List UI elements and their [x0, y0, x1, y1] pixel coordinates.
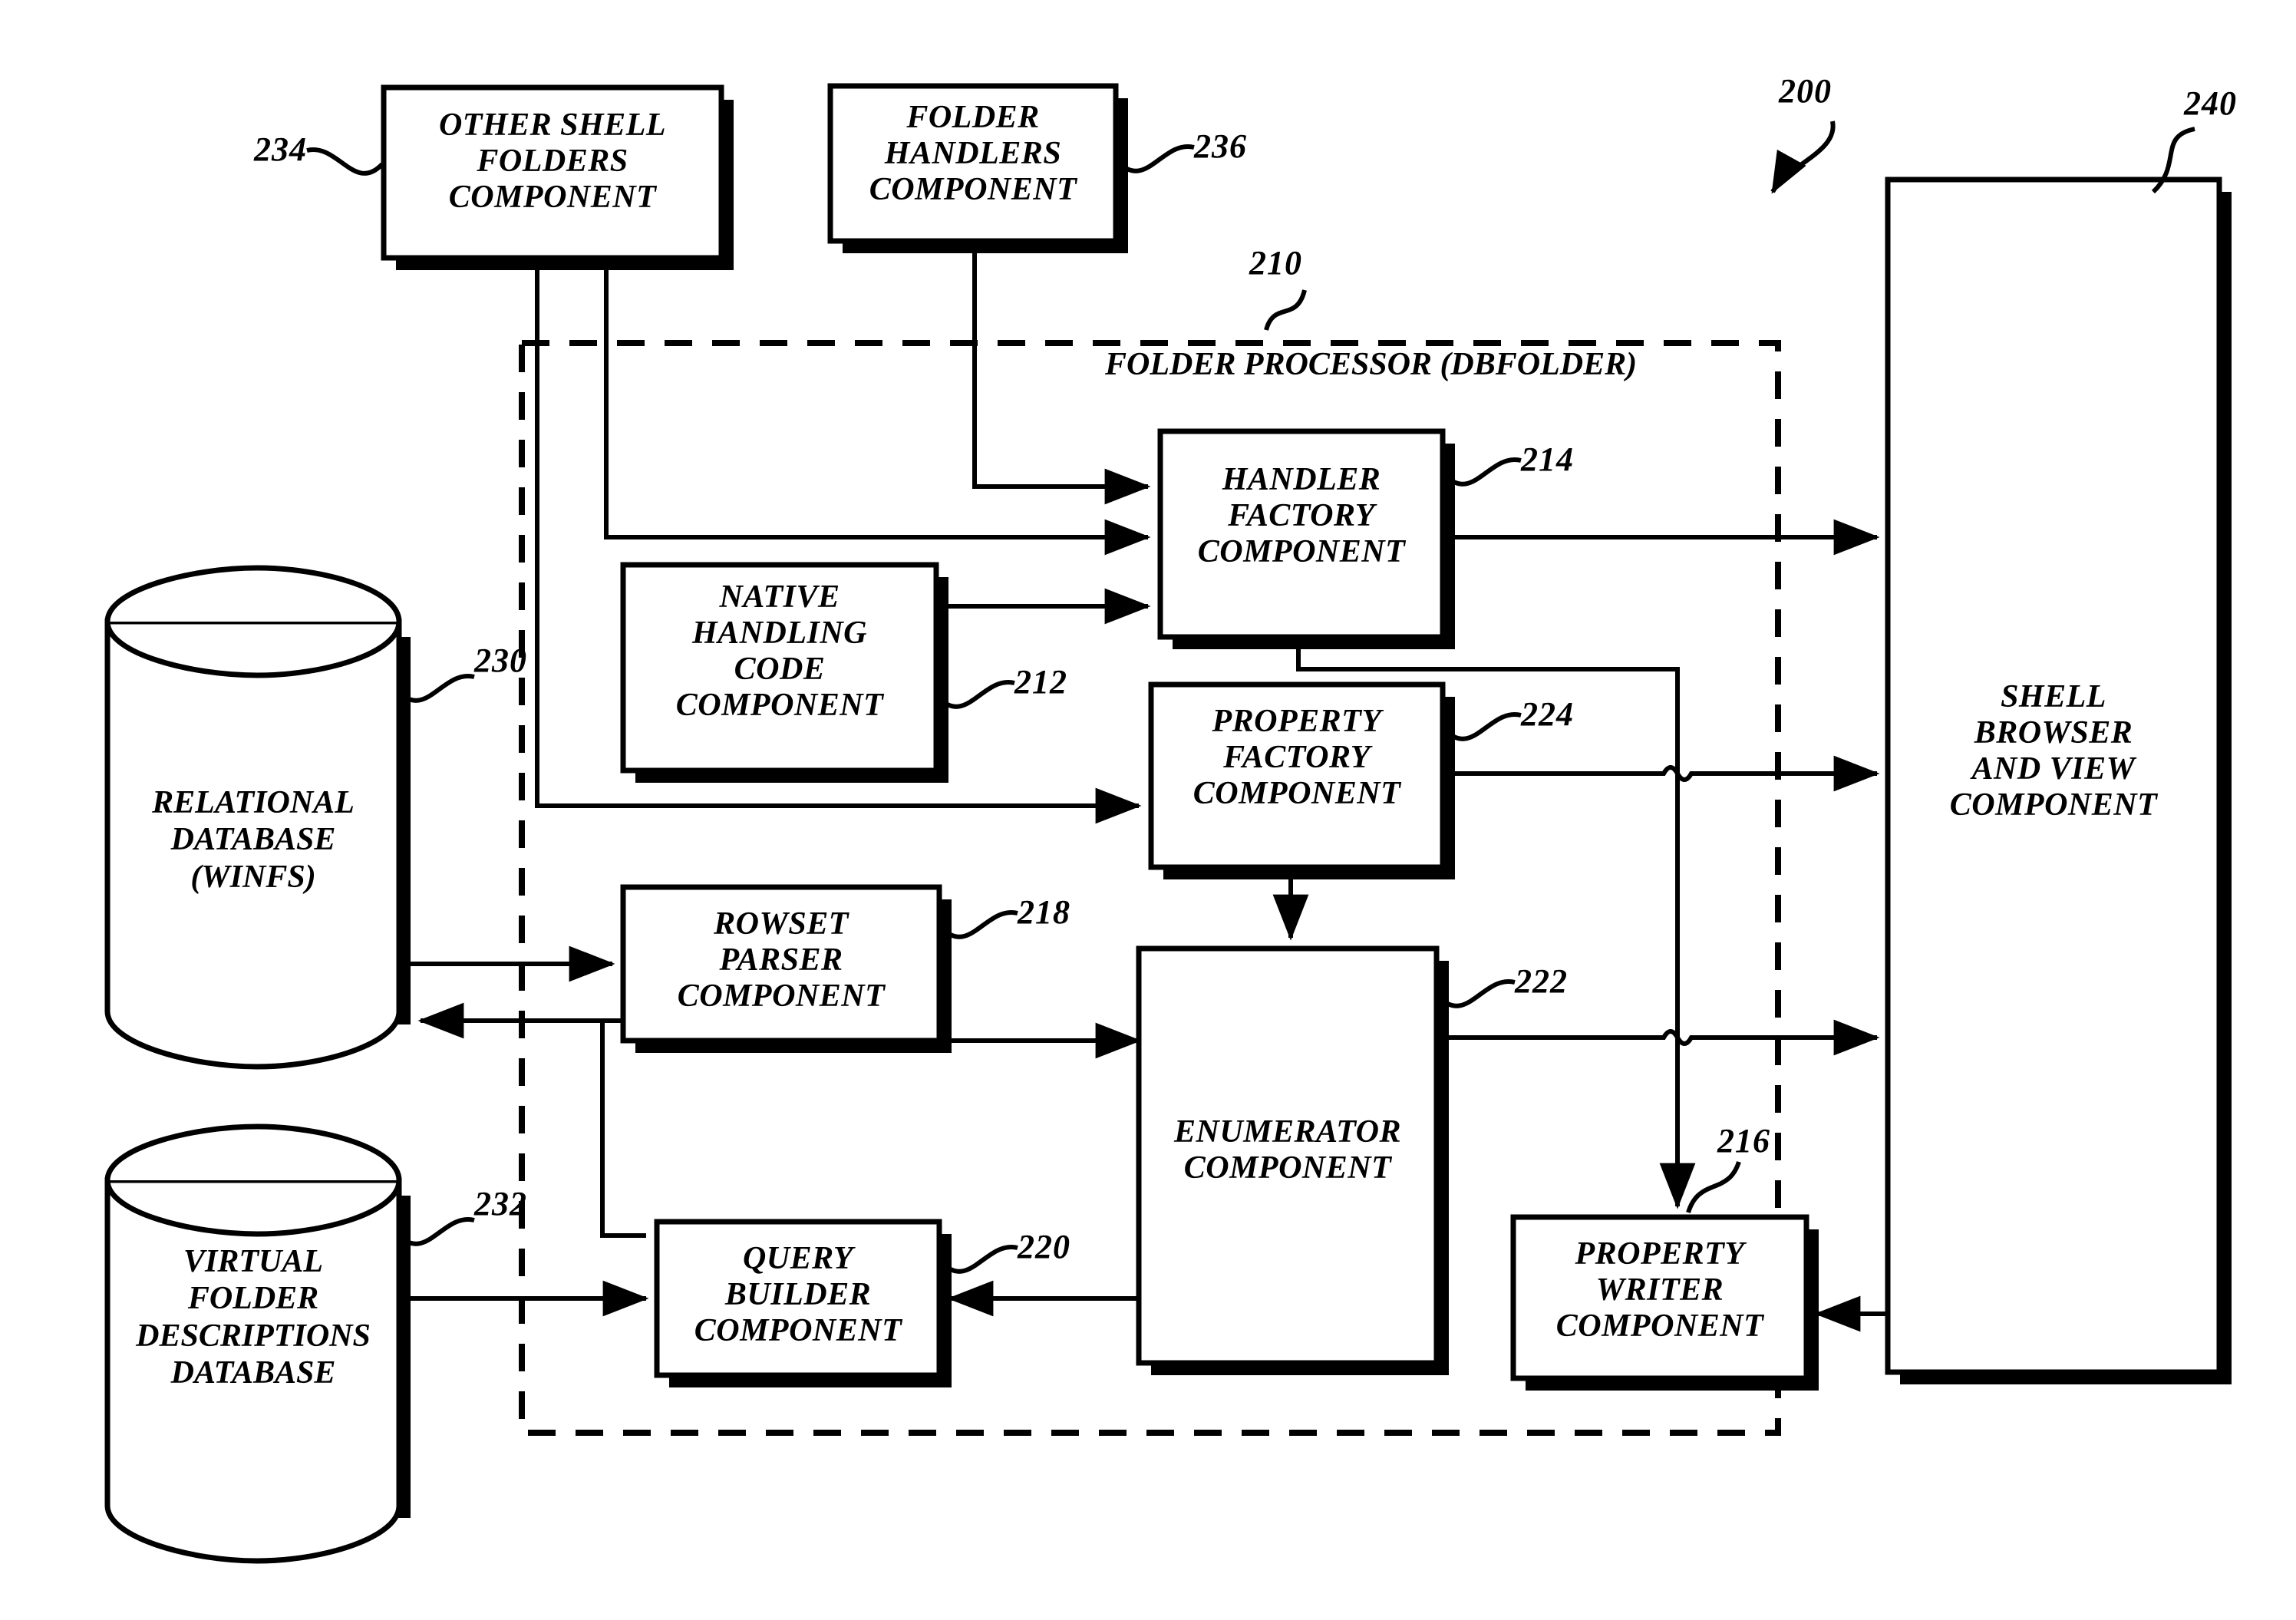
leader-200: [1770, 120, 1836, 194]
diagram-canvas: [104, 83, 2232, 1564]
leader-214: [1443, 457, 1522, 487]
cylinder-virtual-folder-descriptions: [104, 1123, 411, 1564]
leader-234: [306, 147, 384, 176]
leader-222: [1437, 978, 1516, 1008]
line-enumerator-to-shell-browser: [1440, 1019, 1880, 1056]
box-native-handling-code: [620, 562, 939, 774]
box-property-writer: [1510, 1214, 1809, 1381]
box-outlines: [381, 83, 2222, 1381]
box-rowset-parser: [620, 884, 942, 1044]
box-query-builder: [654, 1219, 942, 1378]
box-enumerator: [1136, 945, 1440, 1366]
box-folder-handlers: [827, 83, 1119, 244]
line-property-factory-to-shell-browser: [1446, 755, 1880, 792]
patent-figure: OTHER SHELL FOLDERS COMPONENT FOLDER HAN…: [0, 0, 2296, 1620]
leader-212: [937, 679, 1015, 709]
cylinder-relational-database: [104, 565, 411, 1070]
line-osf-to-handler-factory: [604, 258, 1151, 556]
box-property-factory: [1148, 681, 1446, 870]
box-other-shell-folders: [381, 84, 724, 261]
leader-216: [1686, 1160, 1741, 1213]
leader-236: [1117, 144, 1195, 173]
leader-220: [940, 1244, 1018, 1274]
line-folder-handlers-to-handler-factory: [972, 241, 1151, 505]
box-shell-browser: [1885, 177, 2222, 1375]
leader-224: [1443, 711, 1522, 741]
box-handler-factory: [1157, 428, 1446, 640]
leader-218: [940, 909, 1018, 939]
leader-210: [1264, 289, 1307, 331]
